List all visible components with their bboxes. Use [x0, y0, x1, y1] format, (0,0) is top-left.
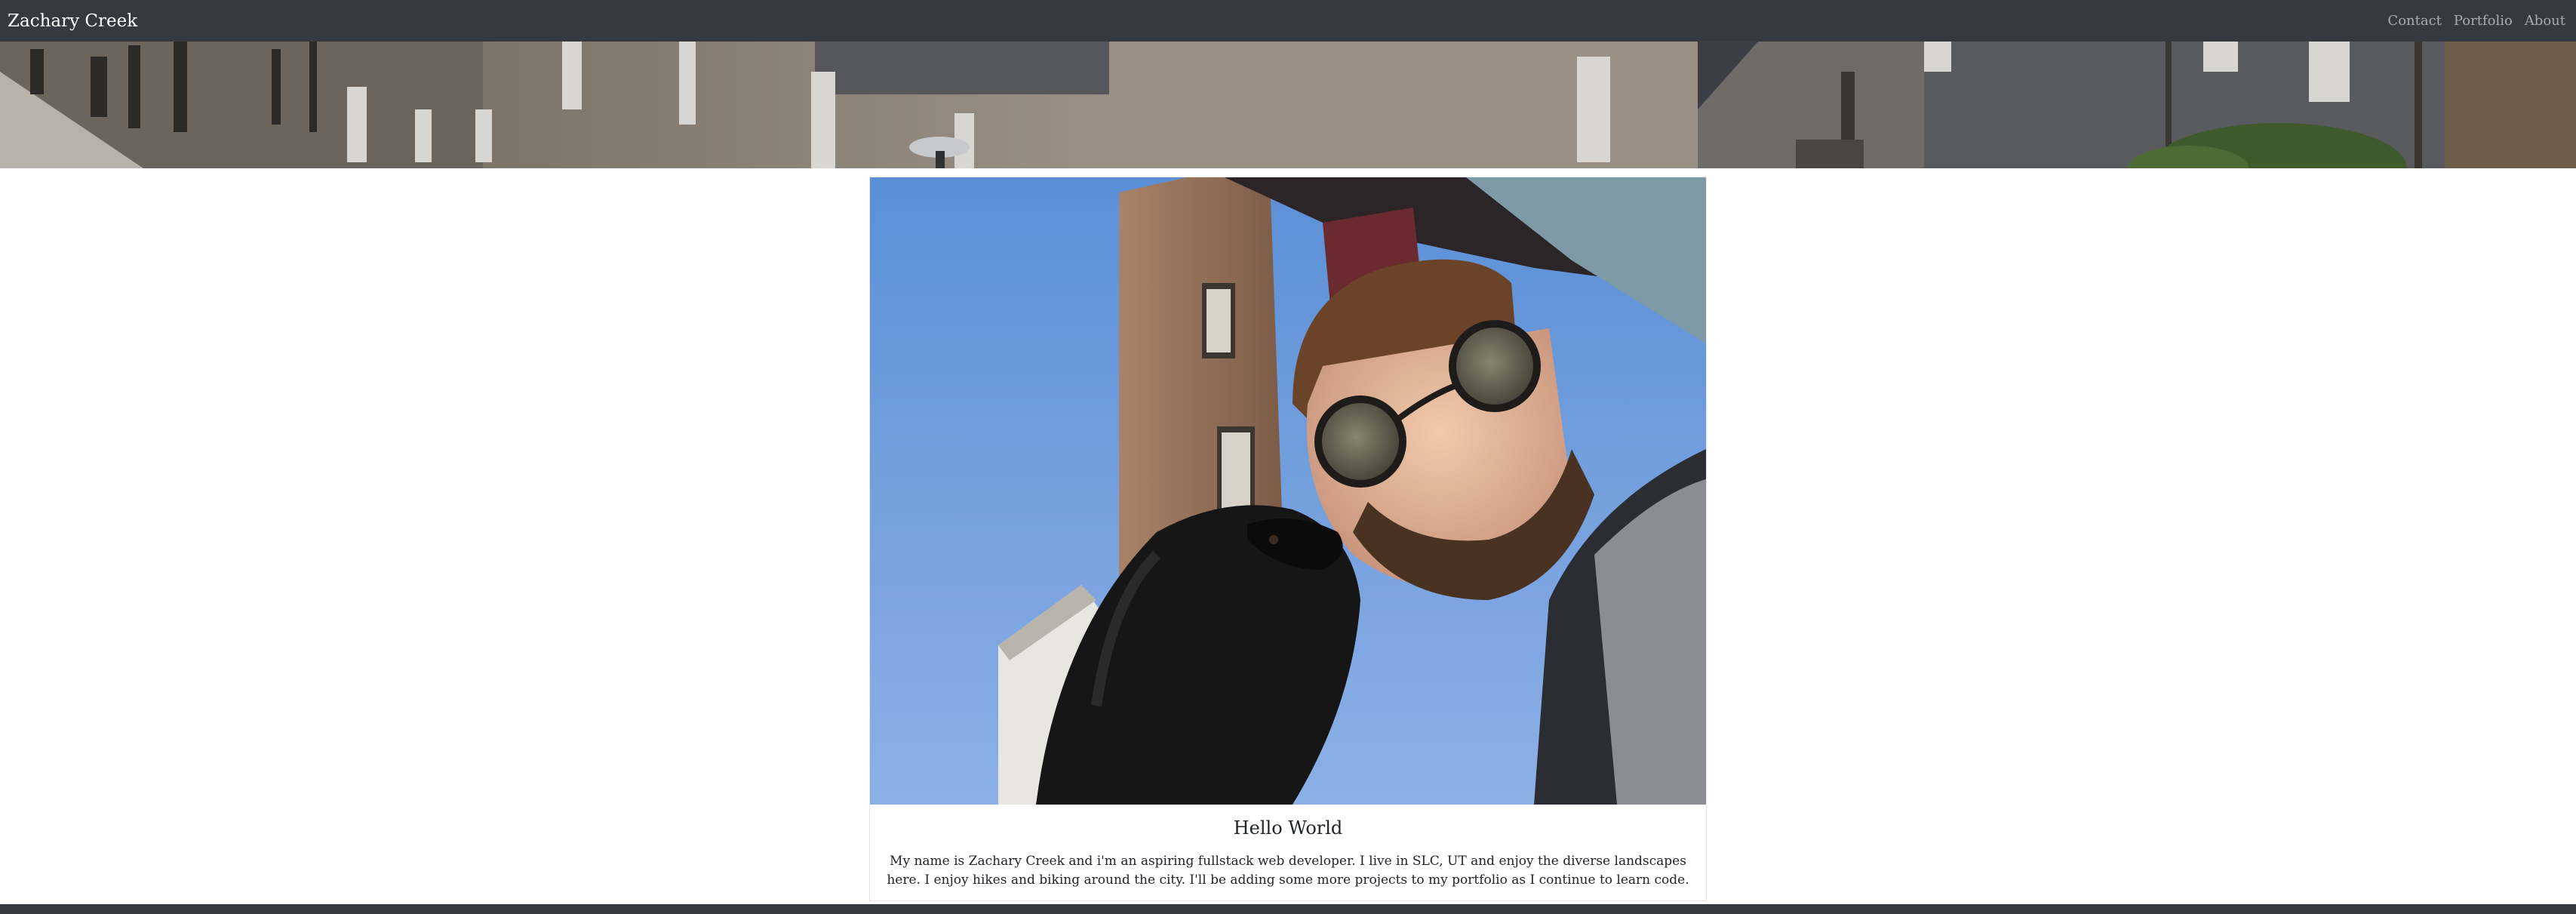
card-title: Hello World: [1233, 817, 1343, 839]
footer: [0, 904, 2576, 914]
brand-link[interactable]: Zachary Creek: [8, 11, 137, 31]
card-text: My name is Zachary Creek and i'm an aspi…: [887, 854, 1689, 888]
nav-link-about[interactable]: About: [2525, 13, 2565, 29]
header-banner-image: [0, 42, 2576, 168]
profile-card: Hello World My name is Zachary Creek and…: [869, 177, 1707, 901]
nav-link-contact[interactable]: Contact: [2387, 13, 2441, 29]
navbar: Zachary Creek Contact Portfolio About: [0, 0, 2576, 42]
nav-link-portfolio[interactable]: Portfolio: [2454, 13, 2513, 29]
nav-links: Contact Portfolio About: [2387, 13, 2568, 29]
profile-photo: [870, 177, 1706, 805]
